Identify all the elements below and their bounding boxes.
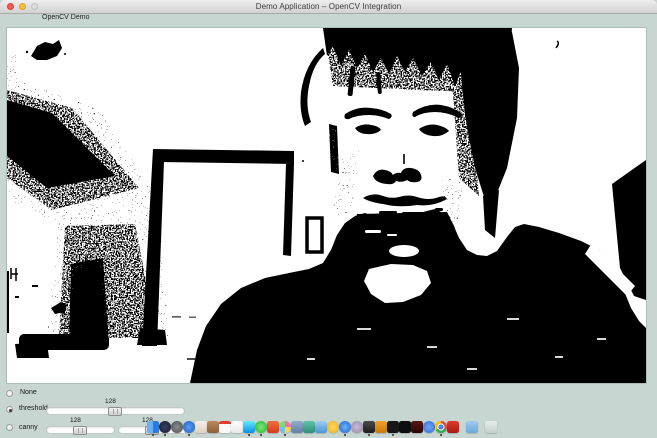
dock-icon-mail[interactable] [315, 421, 327, 433]
dock-icon-launchpad[interactable] [159, 421, 171, 433]
dock-icon-safari[interactable] [339, 421, 351, 433]
running-indicator [368, 434, 370, 436]
radio-threshold[interactable] [6, 406, 13, 413]
radio-threshold-label[interactable]: threshold [19, 405, 48, 412]
running-indicator [164, 434, 166, 436]
dock-icon-messages[interactable] [243, 421, 255, 433]
dock-icon-photos[interactable] [279, 421, 291, 433]
radio-canny-label[interactable]: canny [19, 424, 38, 431]
running-indicator [260, 434, 262, 436]
window-title: Demo Application – OpenCV Integration [0, 2, 657, 11]
dock-icon-chrome[interactable] [435, 421, 447, 433]
running-indicator [248, 434, 250, 436]
running-indicator [188, 434, 190, 436]
radio-none[interactable] [6, 390, 13, 397]
dock-icon-downloads-folder[interactable] [466, 421, 478, 433]
running-indicator [152, 434, 154, 436]
dock-icon-trash[interactable] [485, 421, 497, 433]
dock-icon-orange-app[interactable] [267, 421, 279, 433]
dock-icon-steel-blue-app[interactable] [291, 421, 303, 433]
dock-icon-calendar[interactable] [219, 421, 231, 433]
dock-icon-terminal[interactable] [363, 421, 375, 433]
threshold-image [7, 28, 646, 383]
dock-icon-black-app-1[interactable] [387, 421, 399, 433]
dock-icon-notes[interactable] [207, 421, 219, 433]
dock-icon-adobe-red-app[interactable] [447, 421, 459, 433]
canny-slider-1-handle[interactable] [73, 426, 87, 435]
dock-icon-mini-white-app[interactable] [195, 421, 207, 433]
canny-slider-1-value: 128 [70, 417, 81, 424]
title-bar[interactable]: Demo Application – OpenCV Integration [0, 0, 657, 14]
running-indicator [284, 434, 286, 436]
running-indicator [440, 434, 442, 436]
dock-icon-amber-app[interactable] [375, 421, 387, 433]
radio-none-label[interactable]: None [20, 389, 37, 396]
dock-icon-system-gray[interactable] [171, 421, 183, 433]
dock-icon-lavender-app[interactable] [351, 421, 363, 433]
dock-icon-yellow-circle-app[interactable] [327, 421, 339, 433]
threshold-slider-handle[interactable] [108, 407, 122, 416]
threshold-slider-value: 128 [105, 398, 116, 405]
dock-icon-teal-app[interactable] [303, 421, 315, 433]
dock-icon-black-app-2[interactable] [399, 421, 411, 433]
dock-icon-finder[interactable] [147, 421, 159, 433]
radio-canny[interactable] [6, 424, 13, 431]
dock-icon-dark-red-app[interactable] [411, 421, 423, 433]
running-indicator [344, 434, 346, 436]
dock [147, 421, 497, 437]
running-indicator [392, 434, 394, 436]
dock-icon-textedit[interactable] [231, 421, 243, 433]
menu-bar: OpenCV Demo [0, 14, 657, 27]
camera-preview-image [7, 28, 646, 383]
dock-icon-blue-circle-app-2[interactable] [423, 421, 435, 433]
menu-item-opencv-demo[interactable]: OpenCV Demo [42, 14, 89, 21]
dock-icon-blue-circle-app[interactable] [183, 421, 195, 433]
dock-icon-facetime[interactable] [255, 421, 267, 433]
